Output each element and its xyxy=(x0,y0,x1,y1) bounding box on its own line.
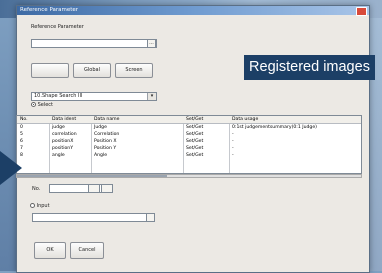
screen-button[interactable]: Screen xyxy=(115,63,153,78)
unit-select-value: 10.Shape Search III xyxy=(34,93,83,99)
chevron-down-icon[interactable]: ▾ xyxy=(147,93,156,100)
data-table: No. Data ident Data name Set/Get Data us… xyxy=(16,115,362,174)
scrollbar-thumb[interactable] xyxy=(17,175,167,177)
col-data-ident: Data ident xyxy=(52,117,77,122)
global-button[interactable]: Global xyxy=(73,63,111,78)
col-data-name: Data name xyxy=(94,117,120,122)
input-field[interactable] xyxy=(32,213,155,222)
col-set-get: Set/Get xyxy=(186,117,204,122)
col-data-usage: Data usage xyxy=(232,117,259,122)
reference-parameter-input[interactable] xyxy=(31,39,157,48)
table-row[interactable]: 7 positionY Position Y Set/Get - xyxy=(17,145,361,152)
dialog-title: Reference Parameter xyxy=(20,7,79,13)
stepper-up-button[interactable] xyxy=(101,184,113,193)
table-header: No. Data ident Data name Set/Get Data us… xyxy=(17,116,361,124)
table-row[interactable]: 8 angle Angle Set/Get - xyxy=(17,152,361,159)
select-radio[interactable] xyxy=(31,102,36,107)
browse-button[interactable]: ... xyxy=(147,39,156,48)
unit-select[interactable]: 10.Shape Search III ▾ xyxy=(31,92,157,101)
stepper-down-button[interactable] xyxy=(88,184,100,193)
cancel-button[interactable]: Cancel xyxy=(70,242,104,259)
no-label: No. xyxy=(32,186,41,192)
table-row[interactable]: 5 correlation Correlation Set/Get - xyxy=(17,131,361,138)
ok-button[interactable]: OK xyxy=(34,242,66,259)
pointer-arrow-icon xyxy=(0,151,22,185)
col-no: No. xyxy=(20,117,28,122)
table-row[interactable]: 0 judge Judge Set/Get 0:1st judgementsum… xyxy=(17,124,361,131)
dialog-titlebar: Reference Parameter xyxy=(17,6,369,16)
select-radio-label: Select xyxy=(37,102,54,108)
table-horizontal-scrollbar[interactable] xyxy=(16,174,362,178)
input-radio-row[interactable]: Input xyxy=(30,203,50,209)
input-browse-button[interactable] xyxy=(146,213,155,222)
input-radio[interactable] xyxy=(30,203,35,208)
input-radio-label: Input xyxy=(36,203,50,209)
registered-images-callout: Registered images xyxy=(244,55,375,80)
blank-button[interactable] xyxy=(31,63,69,78)
reference-parameter-label: Reference Parameter xyxy=(31,24,84,30)
table-row[interactable]: 6 positionX Position X Set/Get - xyxy=(17,138,361,145)
select-radio-row[interactable]: Select xyxy=(31,102,53,108)
close-button[interactable] xyxy=(356,7,367,16)
